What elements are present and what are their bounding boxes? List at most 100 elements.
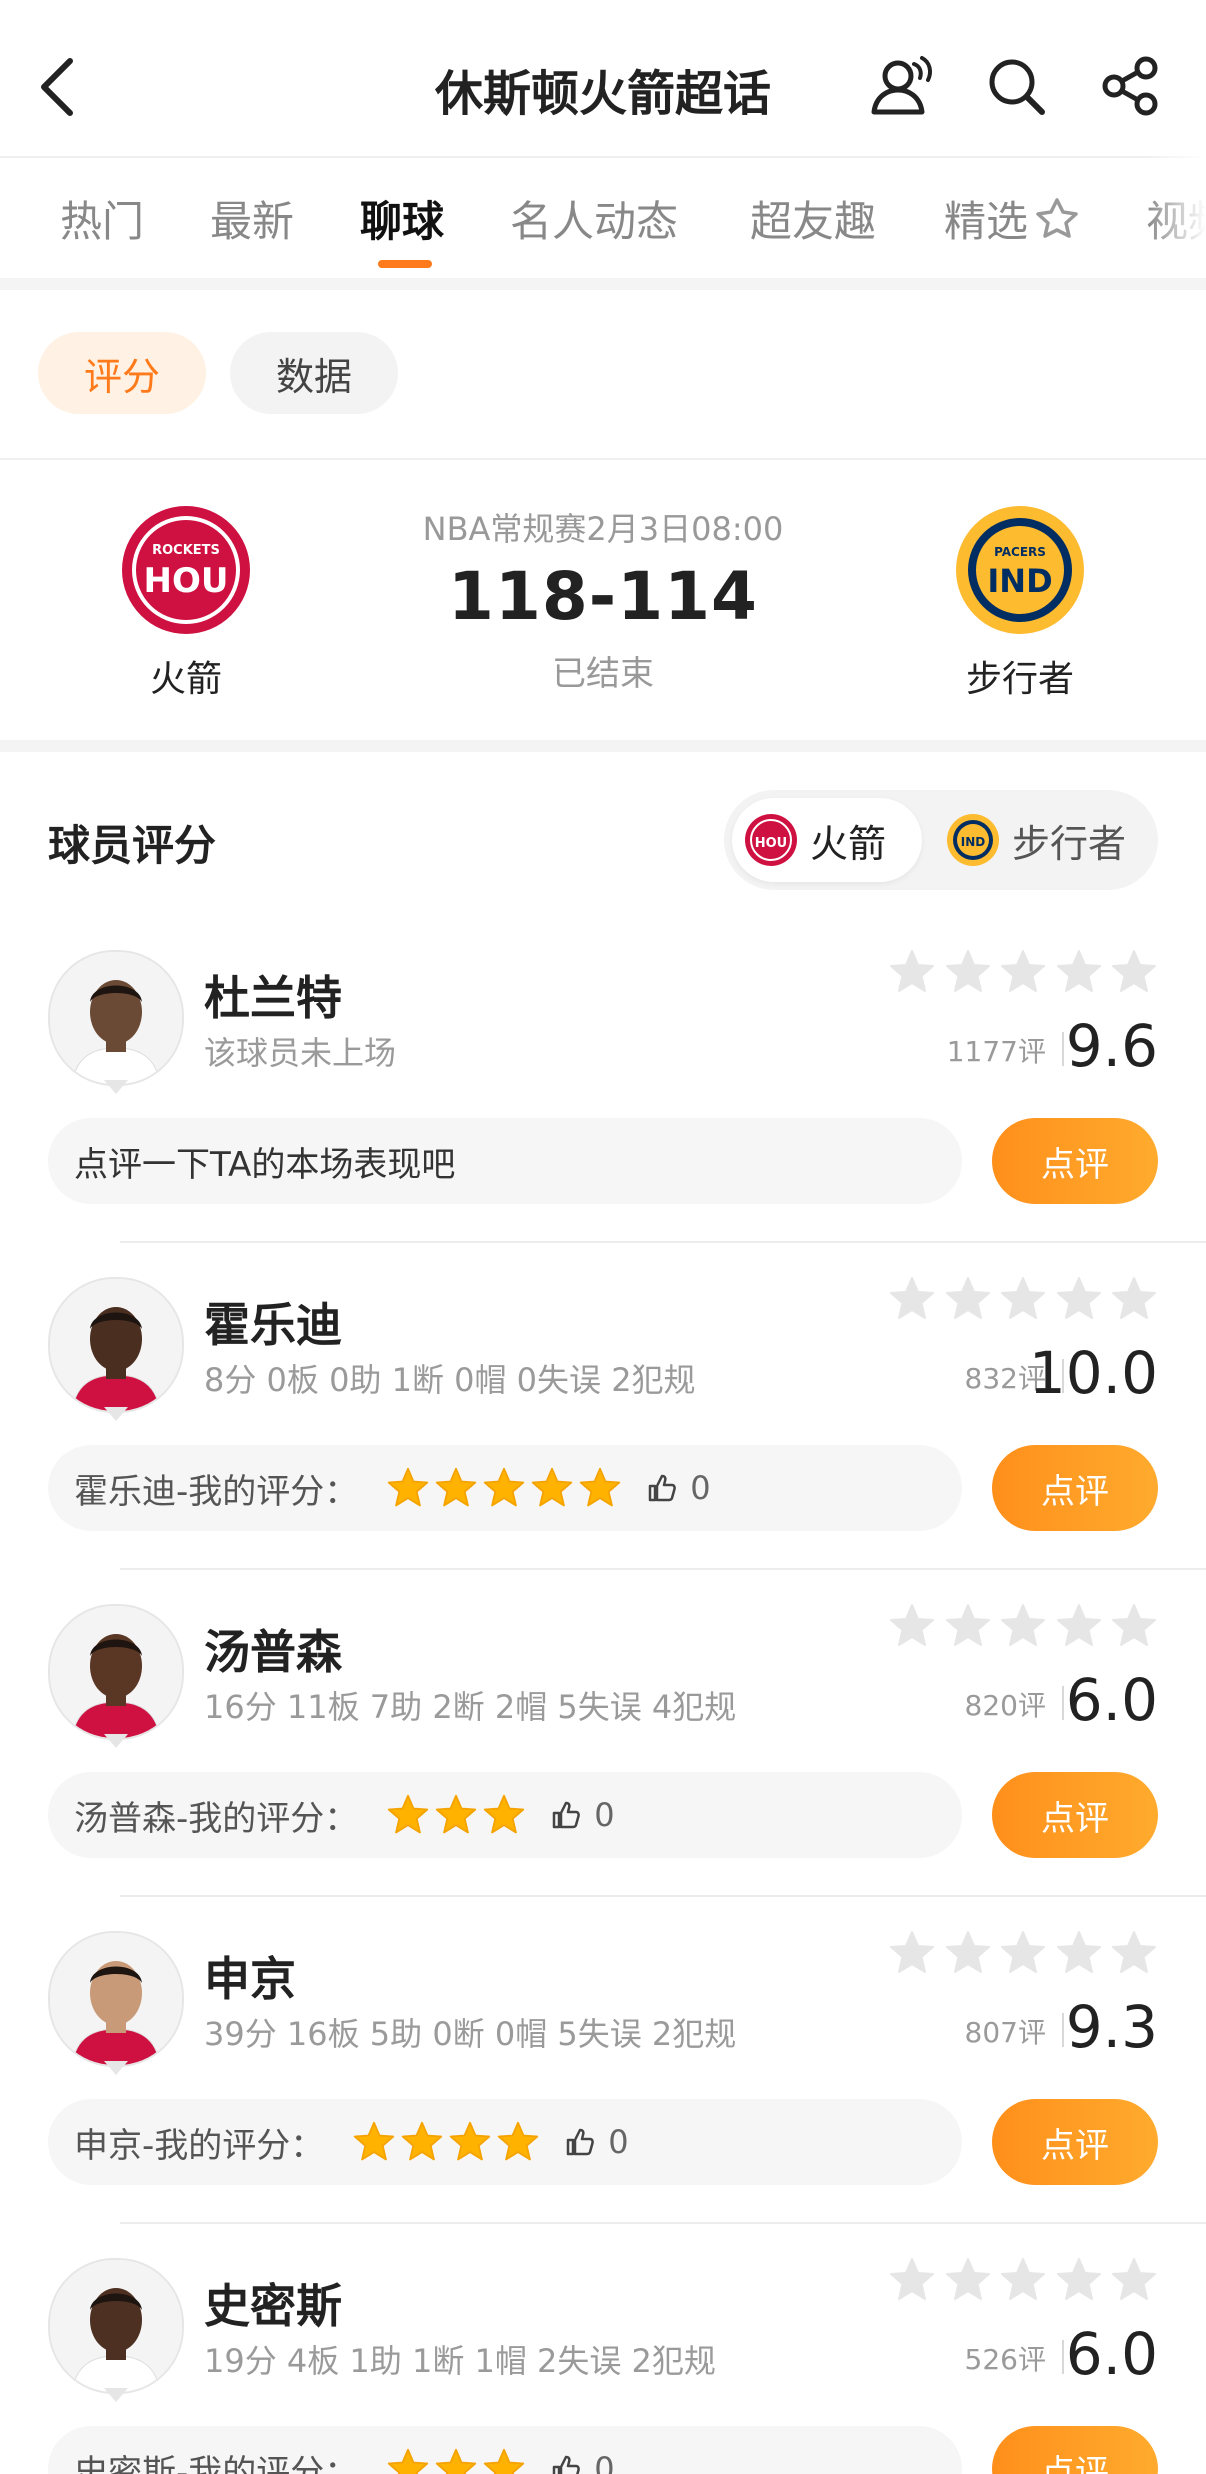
player-avatar[interactable]: [48, 2258, 184, 2394]
search-button[interactable]: [978, 48, 1054, 124]
player-score: 9.6: [1065, 1012, 1158, 1080]
player-avatar[interactable]: [48, 1604, 184, 1740]
player-card[interactable]: 汤普森 16分 11板 7助 2断 2帽 5失误 4犯规 820评 6.0 汤普森-我的…: [0, 1580, 1206, 1907]
player-card[interactable]: 霍乐迪 8分 0板 0助 1断 0帽 0失误 2犯规 832评 10.0 霍乐迪-我的评…: [0, 1253, 1206, 1580]
rating-star-empty-icon[interactable]: [999, 1929, 1047, 1977]
comment-input[interactable]: 史密斯-我的评分： 0: [48, 2426, 962, 2474]
like-count: 0: [608, 2123, 629, 2161]
player-stats: 19分 4板 1助 1断 1帽 2失误 2犯规: [204, 2342, 716, 2380]
my-rating-star-icon: [498, 2121, 539, 2161]
active-tab-indicator: [378, 260, 432, 268]
rating-star-empty-icon[interactable]: [888, 948, 936, 996]
rating-star-empty-icon[interactable]: [1055, 948, 1103, 996]
tab-celebrity[interactable]: 名人动态: [510, 188, 678, 249]
like-button[interactable]: 0: [550, 1796, 615, 1834]
vote-divider: [1062, 1686, 1064, 1720]
filter-data[interactable]: 数据: [230, 332, 398, 414]
match-card[interactable]: ROCKETS HOU 火箭 NBA常规赛2月3日08:00 118-114 已…: [0, 458, 1206, 742]
rate-button[interactable]: 点评: [992, 1118, 1158, 1204]
my-rating-star-icon: [484, 2448, 525, 2474]
player-name: 杜兰特: [204, 971, 342, 1025]
comment-input[interactable]: 申京-我的评分： 0: [48, 2099, 962, 2185]
my-rating-stars: [386, 1466, 626, 1510]
rating-star-empty-icon[interactable]: [999, 948, 1047, 996]
away-team-name: 步行者: [965, 659, 1074, 700]
player-card[interactable]: 史密斯 19分 4板 1助 1断 1帽 2失误 2犯规 526评 6.0 史密斯-我的评…: [0, 2234, 1206, 2474]
player-card[interactable]: 申京 39分 16板 5助 0断 0帽 5失误 2犯规 807评 9.3 申京-我的评分…: [0, 1907, 1206, 2234]
filter-rating[interactable]: 评分: [38, 332, 206, 414]
rate-button[interactable]: 点评: [992, 2426, 1158, 2474]
comment-input[interactable]: 点评一下TA的本场表现吧: [48, 1118, 962, 1204]
player-avatar[interactable]: [48, 950, 184, 1086]
tab-fun[interactable]: 超友趣: [750, 188, 876, 249]
rating-star-empty-icon[interactable]: [1110, 1602, 1158, 1650]
thumbs-up-icon: [553, 1801, 581, 1829]
rating-star-empty-icon[interactable]: [944, 1275, 992, 1323]
rating-star-empty-icon[interactable]: [888, 2256, 936, 2304]
tab-chat-ball[interactable]: 聊球: [360, 188, 444, 249]
rate-stars: [888, 1275, 1158, 1323]
rating-star-empty-icon[interactable]: [1055, 1275, 1103, 1323]
rating-star-empty-icon[interactable]: [1055, 1602, 1103, 1650]
rating-star-empty-icon[interactable]: [1110, 2256, 1158, 2304]
player-avatar[interactable]: [48, 1277, 184, 1413]
avatar-pointer: [104, 2061, 128, 2075]
rating-star-empty-icon[interactable]: [944, 1602, 992, 1650]
rating-star-empty-icon[interactable]: [1110, 948, 1158, 996]
rating-star-empty-icon[interactable]: [944, 1929, 992, 1977]
svg-text:IND: IND: [961, 835, 986, 849]
rating-star-empty-icon[interactable]: [944, 948, 992, 996]
section-divider: [0, 740, 1206, 752]
rating-star-empty-icon[interactable]: [944, 2256, 992, 2304]
my-rating-label: 霍乐迪-我的评分：: [74, 1471, 359, 1512]
comment-input[interactable]: 霍乐迪-我的评分： 0: [48, 1445, 962, 1531]
my-rating-star-icon: [484, 1794, 525, 1834]
row-divider: [120, 2222, 1206, 2224]
team-toggle-rockets[interactable]: HOU 火箭: [732, 798, 922, 882]
my-rating-stars: [386, 1793, 530, 1837]
my-rating-star-icon: [388, 2448, 429, 2474]
rate-button[interactable]: 点评: [992, 1772, 1158, 1858]
share-button[interactable]: [1092, 48, 1168, 124]
player-avatar[interactable]: [48, 1931, 184, 2067]
my-rating-star-icon: [436, 1794, 477, 1834]
rating-star-empty-icon[interactable]: [1055, 2256, 1103, 2304]
player-score: 9.3: [1065, 1993, 1158, 2061]
svg-text:PACERS: PACERS: [994, 545, 1046, 559]
rating-star-empty-icon[interactable]: [999, 2256, 1047, 2304]
my-rating-star-icon: [354, 2121, 395, 2161]
like-button[interactable]: 0: [646, 1469, 711, 1507]
search-icon: [989, 59, 1045, 115]
vote-count: 807评: [964, 2016, 1046, 2049]
rating-star-empty-icon[interactable]: [999, 1275, 1047, 1323]
player-card[interactable]: 杜兰特 该球员未上场 1177评 9.6 点评一下TA的本场表现吧 点评: [0, 926, 1206, 1253]
rating-star-empty-icon[interactable]: [888, 1275, 936, 1323]
thumbs-up-icon: [567, 2128, 595, 2156]
like-button[interactable]: 0: [564, 2123, 629, 2161]
tab-fade: [1146, 156, 1206, 278]
tab-hot[interactable]: 热门: [60, 188, 144, 249]
rating-star-empty-icon[interactable]: [1110, 1275, 1158, 1323]
tab-selected[interactable]: 精选: [944, 188, 1080, 249]
player-ratings-title: 球员评分: [48, 821, 217, 870]
super-topic-users-button[interactable]: [866, 48, 942, 124]
player-stats: 8分 0板 0助 1断 0帽 0失误 2犯规: [204, 1361, 696, 1399]
rate-button[interactable]: 点评: [992, 2099, 1158, 2185]
tab-bar: 热门 最新 聊球 名人动态 超友趣 精选 视频: [0, 156, 1206, 278]
comment-input[interactable]: 汤普森-我的评分： 0: [48, 1772, 962, 1858]
rate-button[interactable]: 点评: [992, 1445, 1158, 1531]
rating-star-empty-icon[interactable]: [1055, 1929, 1103, 1977]
like-button[interactable]: 0: [550, 2450, 615, 2474]
rating-star-empty-icon[interactable]: [888, 1929, 936, 1977]
rating-star-empty-icon[interactable]: [999, 1602, 1047, 1650]
player-photo: [50, 952, 182, 1084]
player-photo: [50, 1606, 182, 1738]
player-name: 霍乐迪: [204, 1298, 342, 1352]
rating-star-empty-icon[interactable]: [1110, 1929, 1158, 1977]
my-rating-star-icon: [436, 1467, 477, 1507]
tab-latest[interactable]: 最新: [210, 188, 294, 249]
team-toggle-pacers[interactable]: IND 步行者: [934, 798, 1150, 882]
vote-divider: [1062, 2013, 1064, 2047]
rating-star-empty-icon[interactable]: [888, 1602, 936, 1650]
app-root: 休斯顿火箭超话 热门 最新 聊球 名人动态 超友趣 精选 评分 数据 ROCKE…: [0, 0, 1206, 2474]
